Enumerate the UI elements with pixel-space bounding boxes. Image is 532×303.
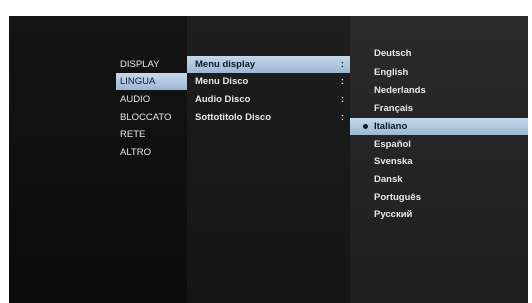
category-audio[interactable]: AUDIO (116, 91, 187, 108)
language-italiano[interactable]: Italiano (350, 118, 528, 135)
language-russian[interactable]: Русский (350, 206, 528, 223)
category-lingua[interactable]: LINGUA (116, 73, 187, 90)
option-label: Audio Disco (195, 94, 251, 105)
option-colon: : (340, 76, 344, 87)
category-rete[interactable]: RETE (116, 126, 187, 143)
category-bloccato[interactable]: BLOCCATO (116, 109, 187, 126)
option-audio-disco[interactable]: Audio Disco : (187, 91, 350, 108)
language-francais[interactable]: Français (350, 100, 528, 117)
selected-bullet-icon (363, 124, 368, 129)
settings-screen: DISPLAY LINGUA AUDIO BLOCCATO RETE ALTRO… (9, 16, 528, 303)
language-deutsch[interactable]: Deutsch (350, 45, 528, 62)
language-nederlands[interactable]: Nederlands (350, 82, 528, 99)
category-display[interactable]: DISPLAY (116, 56, 187, 73)
language-label: Italiano (374, 121, 408, 132)
language-english[interactable]: English (350, 64, 528, 81)
option-sottotitolo-disco[interactable]: Sottotitolo Disco : (187, 109, 350, 126)
option-colon: : (340, 94, 344, 105)
option-label: Menu display (195, 59, 256, 70)
language-espanol[interactable]: Español (350, 136, 528, 153)
language-dansk[interactable]: Dansk (350, 171, 528, 188)
option-menu-disco[interactable]: Menu Disco : (187, 73, 350, 90)
option-colon: : (340, 112, 344, 123)
language-svenska[interactable]: Svenska (350, 153, 528, 170)
option-label: Menu Disco (195, 76, 249, 87)
category-altro[interactable]: ALTRO (116, 144, 187, 161)
option-label: Sottotitolo Disco (195, 112, 271, 123)
option-colon: : (340, 59, 344, 70)
language-portugues[interactable]: Português (350, 189, 528, 206)
option-menu-display[interactable]: Menu display : (187, 56, 350, 73)
